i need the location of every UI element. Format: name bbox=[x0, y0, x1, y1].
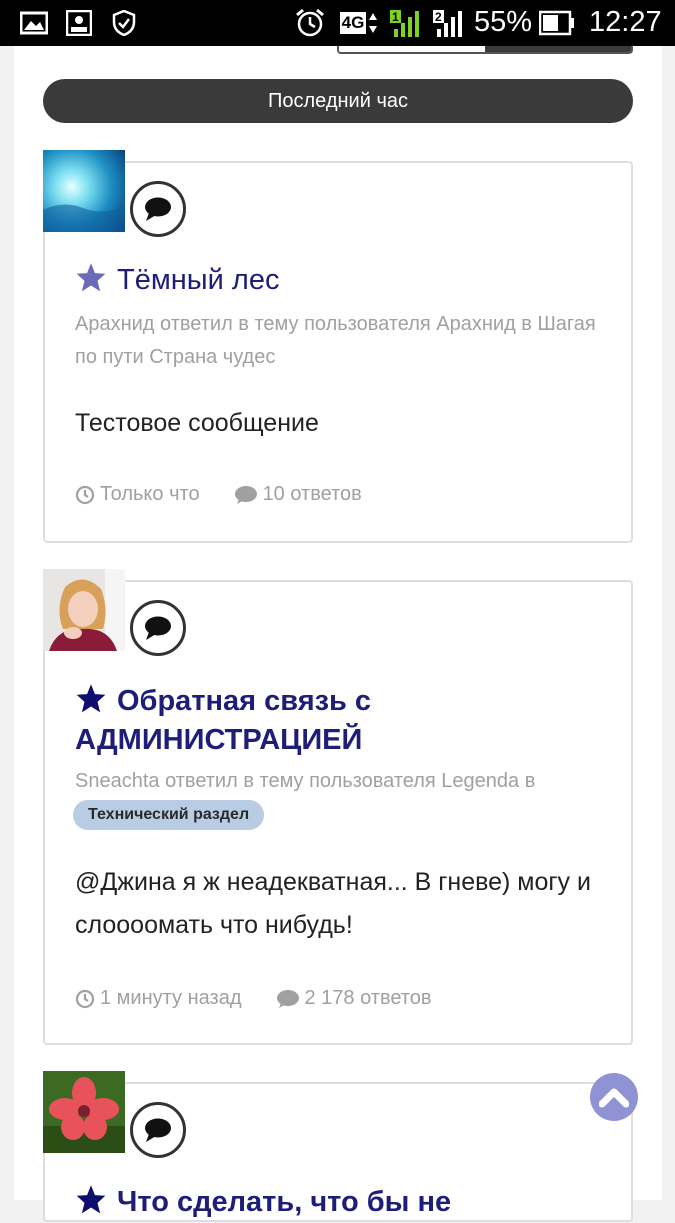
post-body: @Джина я ж неадекватная... В гневе) могу… bbox=[75, 868, 591, 939]
post-card[interactable]: Что сделать, что бы не bbox=[43, 1082, 633, 1222]
post-stats: Только что 10 ответов bbox=[75, 483, 396, 506]
time-filter-label: Последний час bbox=[267, 89, 408, 112]
signal-sim2-icon: 2 bbox=[432, 10, 466, 37]
clock: 12:27 bbox=[589, 6, 662, 38]
page-content: Последний час Тёмный лес Арахнид ответил… bbox=[14, 46, 662, 1222]
post-replies: 10 ответов bbox=[234, 483, 362, 506]
post-replies-text: 10 ответов bbox=[262, 483, 362, 505]
signal-sim1-icon: 1 bbox=[388, 10, 424, 37]
star-icon bbox=[75, 262, 107, 301]
battery-icon bbox=[539, 10, 575, 36]
gallery-icon bbox=[19, 10, 49, 36]
clock-icon bbox=[75, 989, 95, 1008]
alarm-icon bbox=[294, 8, 326, 37]
tab-right[interactable] bbox=[485, 46, 631, 52]
post-time-text: 1 минуту назад bbox=[100, 987, 242, 1009]
post-replies: 2 178 ответов bbox=[276, 987, 432, 1010]
shield-check-icon bbox=[111, 10, 137, 36]
post-title-link[interactable]: Что сделать, что бы не bbox=[75, 1184, 615, 1223]
avatar[interactable] bbox=[43, 1071, 125, 1153]
chevron-up-icon bbox=[599, 1088, 629, 1108]
post-title: Обратная связь с АДМИНИСТРАЦИЕЙ bbox=[75, 685, 372, 756]
avatar[interactable] bbox=[43, 150, 125, 232]
star-icon bbox=[75, 683, 107, 722]
chat-bubble-icon bbox=[130, 1102, 186, 1158]
sim2-number: 2 bbox=[435, 10, 442, 24]
chat-bubble-icon bbox=[130, 181, 186, 237]
clock-icon bbox=[75, 485, 95, 504]
star-icon bbox=[75, 1184, 107, 1223]
post-time: Только что bbox=[75, 483, 200, 506]
comment-icon bbox=[276, 989, 299, 1008]
battery-percent: 55% bbox=[474, 6, 533, 38]
post-time: 1 минуту назад bbox=[75, 987, 242, 1010]
screen-record-icon bbox=[65, 10, 93, 36]
post-body: Тестовое сообщение bbox=[75, 409, 319, 437]
network-4g-icon: 4G bbox=[337, 10, 381, 36]
post-replies-text: 2 178 ответов bbox=[304, 987, 432, 1009]
post-title: Тёмный лес bbox=[117, 264, 280, 296]
network-type: 4G bbox=[339, 12, 367, 34]
post-title-link[interactable]: Обратная связь с АДМИНИСТРАЦИЕЙ bbox=[75, 683, 615, 758]
forum-tag[interactable]: Технический раздел bbox=[73, 800, 265, 830]
chat-bubble-icon bbox=[130, 600, 186, 656]
top-tabs[interactable] bbox=[337, 46, 633, 54]
scroll-to-top-button[interactable] bbox=[590, 1073, 638, 1121]
post-stats: 1 минуту назад 2 178 ответов bbox=[75, 987, 466, 1010]
avatar[interactable] bbox=[43, 569, 125, 651]
post-title-link[interactable]: Тёмный лес bbox=[75, 262, 615, 301]
forum-tag-label: Технический раздел bbox=[73, 800, 265, 830]
post-meta: Арахнид ответил в тему пользователя Арах… bbox=[75, 313, 596, 368]
comment-icon bbox=[234, 485, 257, 504]
post-card[interactable]: Обратная связь с АДМИНИСТРАЦИЕЙ Sneachta… bbox=[43, 580, 633, 1045]
time-filter-button[interactable]: Последний час bbox=[43, 79, 633, 123]
sim1-number: 1 bbox=[392, 10, 399, 24]
post-time-text: Только что bbox=[100, 483, 200, 505]
status-bar: 4G 1 2 55% 12:27 bbox=[0, 0, 675, 46]
tab-left[interactable] bbox=[339, 46, 485, 52]
post-meta: Sneachta ответил в тему пользователя Leg… bbox=[75, 770, 536, 792]
post-title: Что сделать, что бы не bbox=[117, 1186, 452, 1218]
